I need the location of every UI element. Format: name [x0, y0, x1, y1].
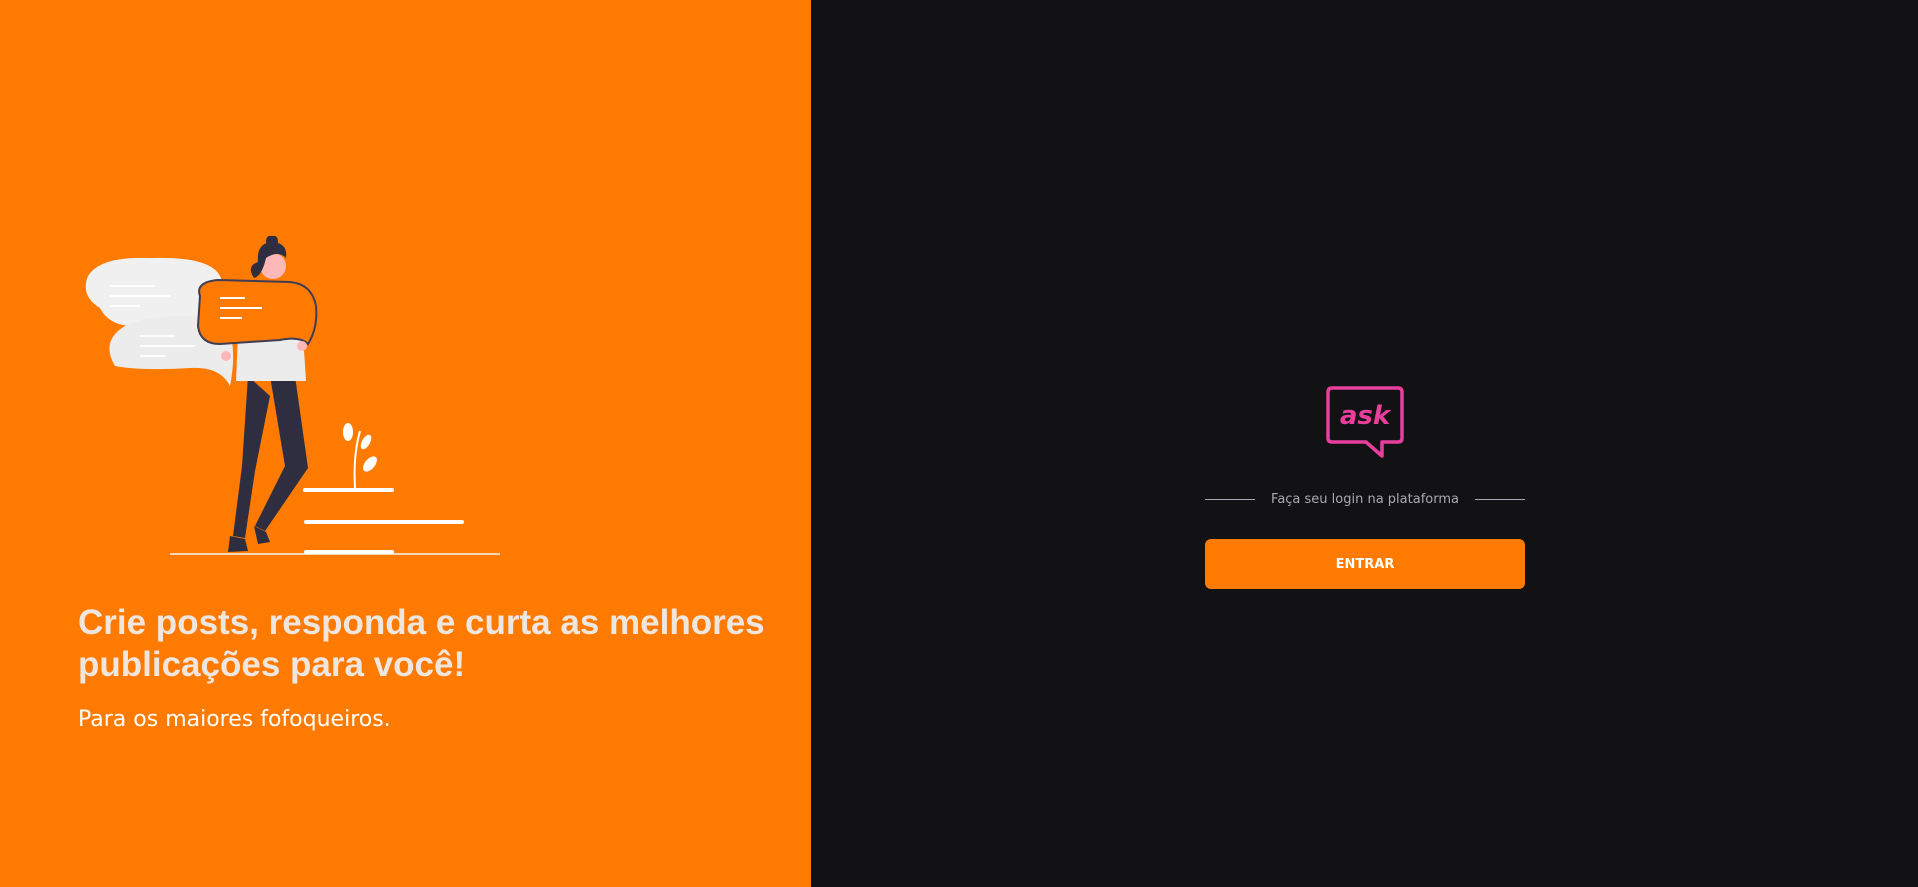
login-prompt: Faça seu login na plataforma [1271, 492, 1459, 507]
woman-speech-bubbles-illustration [85, 236, 500, 555]
login-panel: ask Faça seu login na plataforma ENTRAR [811, 0, 1918, 887]
hero-headline: Crie posts, responda e curta as melhores… [78, 603, 765, 684]
separator-line-left [1205, 499, 1256, 500]
login-separator: Faça seu login na plataforma [1205, 492, 1526, 507]
ask-logo-icon: ask [1326, 386, 1404, 458]
hero-subline: Para os maiores fofoqueiros. [78, 707, 391, 732]
enter-button[interactable]: ENTRAR [1205, 539, 1525, 589]
hero-panel: Crie posts, responda e curta as melhores… [0, 0, 811, 887]
login-box: ask Faça seu login na plataforma ENTRAR [1205, 384, 1526, 589]
separator-line-right [1474, 499, 1526, 500]
logo-text: ask [1340, 401, 1392, 431]
